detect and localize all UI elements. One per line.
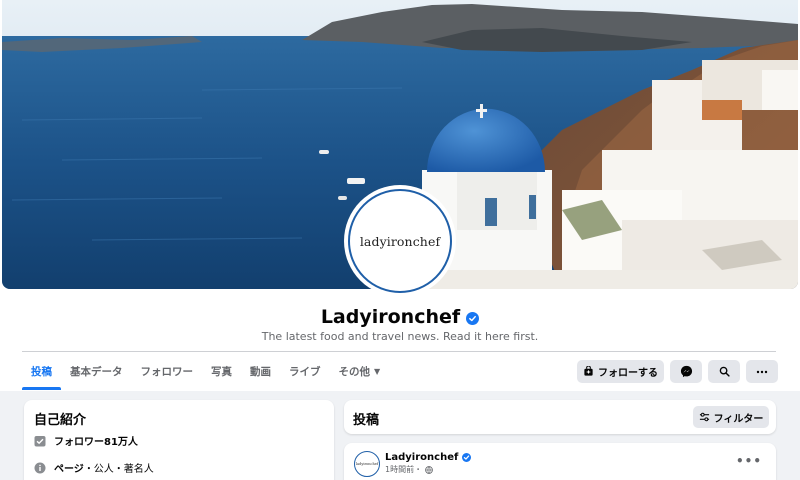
- tab-label: ライブ: [289, 365, 321, 378]
- search-button[interactable]: [708, 360, 740, 383]
- page-type-text: ページ・公人・著名人: [54, 460, 154, 475]
- profile-avatar[interactable]: ladyironchef: [344, 185, 456, 297]
- tab-more[interactable]: その他 ▼: [330, 352, 390, 390]
- more-options-button[interactable]: [746, 360, 778, 383]
- avatar-ring: ladyironchef: [348, 189, 452, 293]
- search-icon: [719, 366, 730, 377]
- tab-videos[interactable]: 動画: [241, 352, 280, 390]
- tab-label: 基本データ: [70, 365, 123, 378]
- tab-live[interactable]: ライブ: [280, 352, 330, 390]
- messenger-icon: [680, 365, 692, 378]
- page-type-prefix: ページ: [54, 464, 84, 475]
- profile-actions: フォローする: [577, 360, 778, 383]
- post-author-name[interactable]: Ladyironchef: [385, 452, 458, 463]
- tab-label: 投稿: [31, 365, 52, 378]
- more-icon: [756, 370, 768, 373]
- post-timestamp[interactable]: 1時間前・: [385, 464, 433, 475]
- filter-sliders-icon: [699, 412, 709, 422]
- profile-tabs: 投稿 基本データ フォロワー 写真 動画 ライブ その他 ▼: [22, 352, 389, 390]
- follow-page-icon: [584, 366, 593, 376]
- followers-check-icon: [33, 434, 46, 447]
- profile-name-row: Ladyironchef: [0, 306, 800, 328]
- follow-button[interactable]: フォローする: [577, 360, 664, 383]
- post-more-options-icon[interactable]: •••: [736, 454, 762, 468]
- info-icon: [33, 461, 46, 474]
- filter-button[interactable]: フィルター: [693, 406, 769, 428]
- intro-title: 自己紹介: [34, 413, 87, 428]
- post-author-avatar[interactable]: ladyironchef: [354, 451, 380, 477]
- page-type-suffix: ・公人・著名人: [83, 464, 154, 475]
- follow-button-label: フォローする: [598, 368, 658, 379]
- posts-header-card: 投稿 フィルター: [344, 400, 776, 434]
- profile-header: ladyironchef Ladyironchef The latest foo…: [0, 0, 800, 391]
- tab-posts[interactable]: 投稿: [22, 352, 61, 390]
- verified-badge-icon: [466, 311, 480, 325]
- tab-followers[interactable]: フォロワー: [132, 352, 203, 390]
- post-avatar-logo: ladyironchef: [355, 462, 379, 466]
- page-tagline: The latest food and travel news. Read it…: [261, 330, 539, 343]
- page-title: Ladyironchef: [320, 306, 461, 328]
- filter-button-label: フィルター: [713, 413, 764, 425]
- posts-title: 投稿: [353, 413, 380, 428]
- post-author-row: Ladyironchef: [385, 452, 472, 463]
- tab-label: 動画: [250, 365, 271, 378]
- tab-label: 写真: [211, 365, 232, 378]
- avatar-logo: ladyironchef: [359, 233, 441, 249]
- followers-row: フォロワー81万人: [33, 433, 138, 448]
- tab-photos[interactable]: 写真: [202, 352, 241, 390]
- followers-count: フォロワー81万人: [54, 437, 138, 448]
- verified-badge-icon: [462, 453, 472, 462]
- post-time-text: 1時間前・: [385, 465, 423, 474]
- globe-icon: [425, 465, 433, 474]
- post-card: ladyironchef Ladyironchef 1時間前・ •••: [344, 443, 776, 480]
- caret-down-icon: ▼: [374, 366, 381, 376]
- tab-about[interactable]: 基本データ: [61, 352, 132, 390]
- tab-label: その他: [338, 365, 371, 378]
- intro-card: 自己紹介 フォロワー81万人 ページ・公人・著名人: [24, 400, 334, 480]
- page-type-row: ページ・公人・著名人: [33, 460, 154, 475]
- tab-label: フォロワー: [140, 365, 194, 378]
- messenger-button[interactable]: [670, 360, 702, 383]
